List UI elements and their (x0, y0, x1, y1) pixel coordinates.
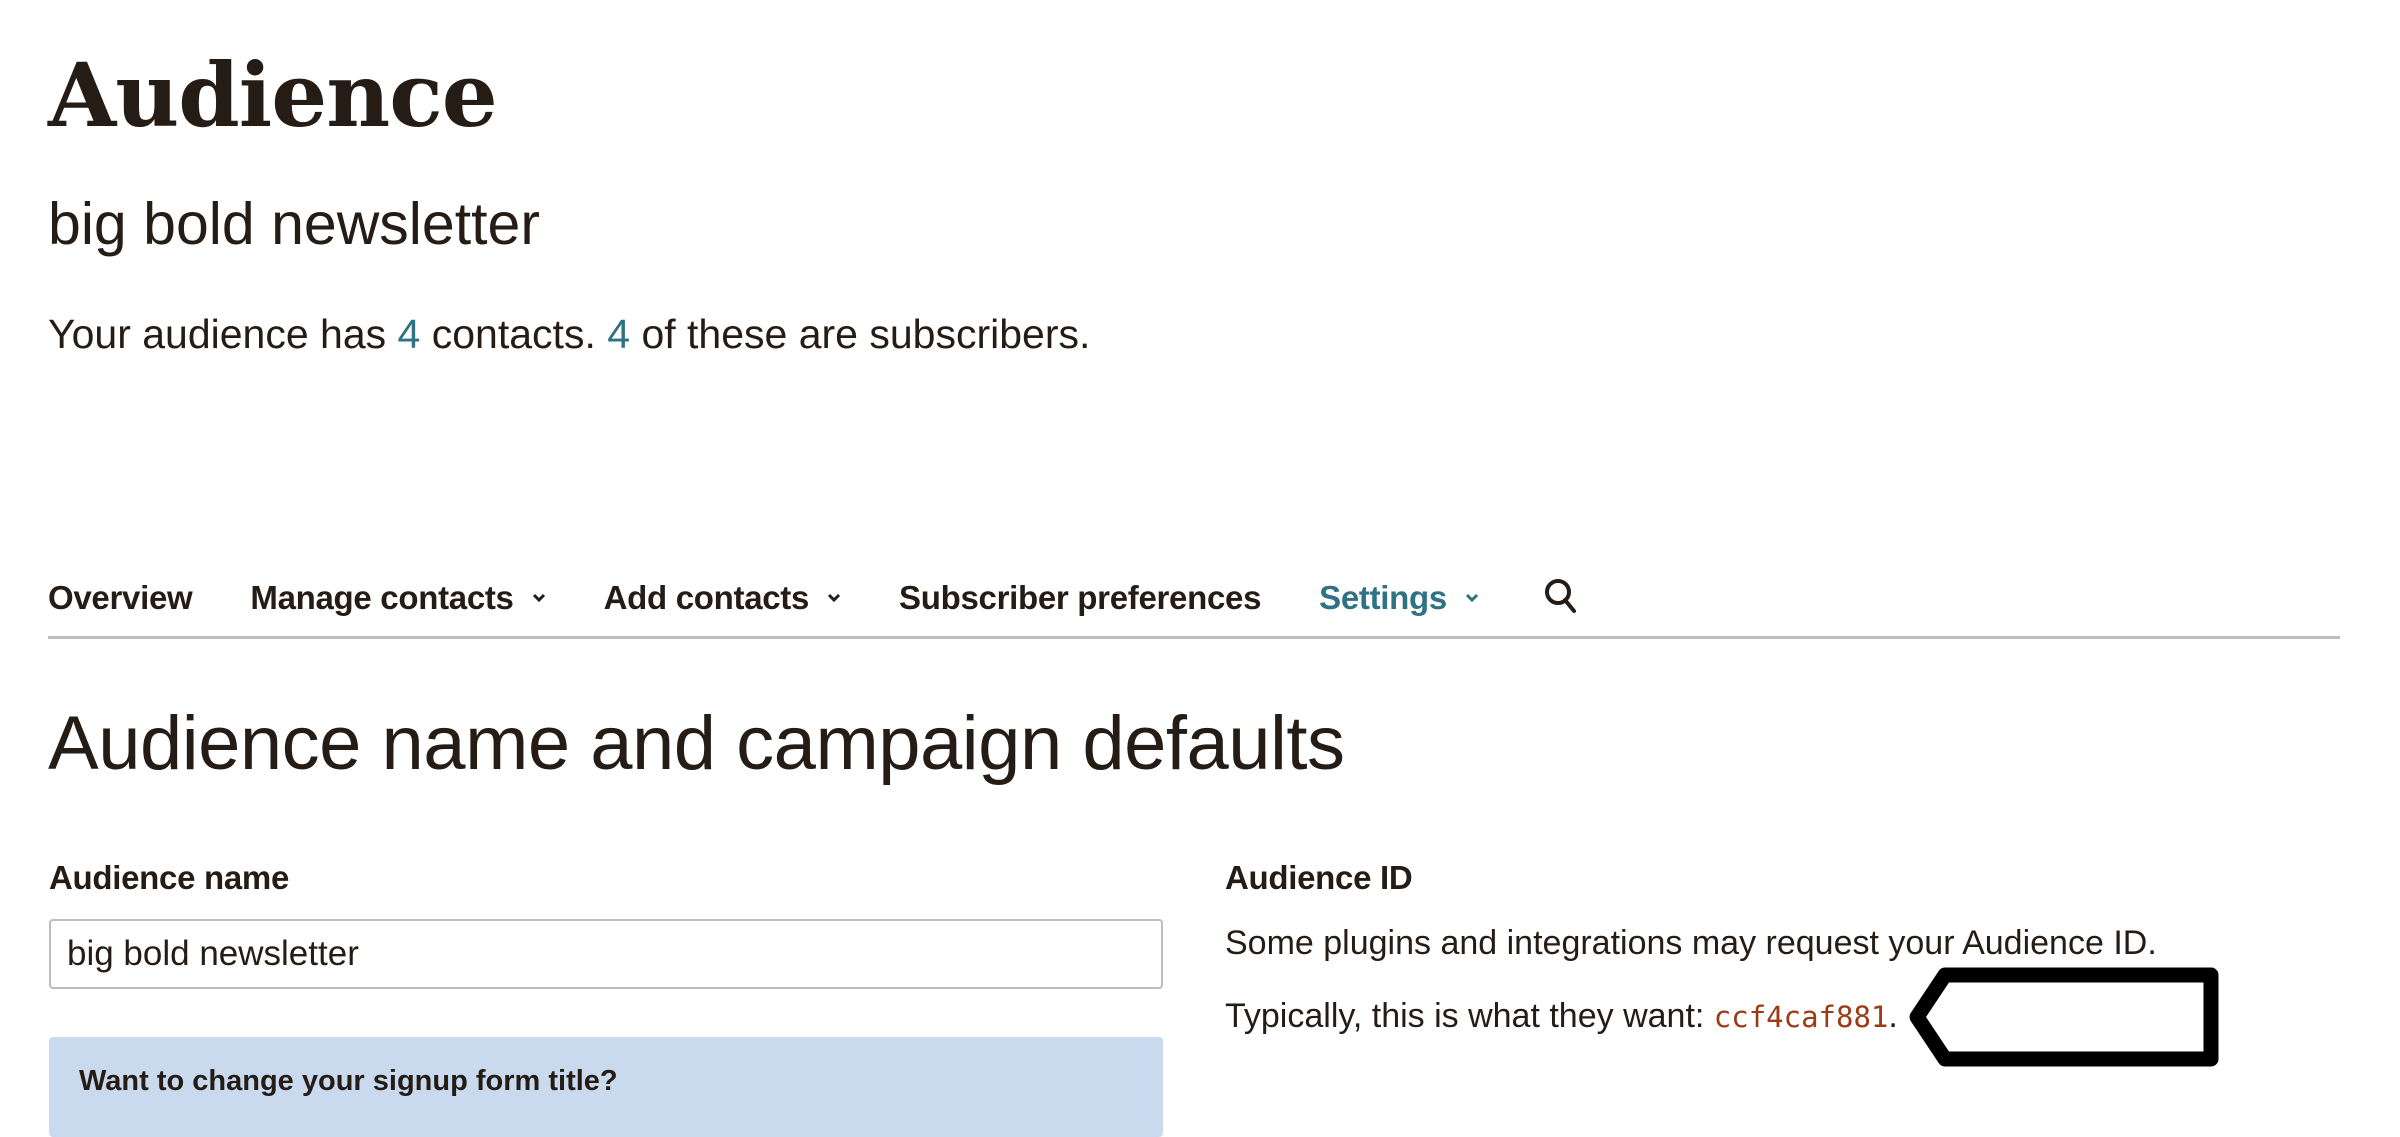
chevron-down-icon (532, 593, 546, 603)
audience-id-description: Some plugins and integrations may reques… (1225, 924, 2157, 962)
summary-suffix: of these are subscribers. (630, 311, 1091, 357)
nav-item-overview[interactable]: Overview (48, 574, 193, 622)
chevron-down-icon (1465, 593, 1479, 603)
nav-item-manage-contacts[interactable]: Manage contacts (250, 574, 545, 622)
search-button[interactable] (1543, 577, 1579, 620)
audience-summary: Your audience has 4 contacts. 4 of these… (48, 306, 1090, 362)
nav-item-add-contacts[interactable]: Add contacts (604, 574, 841, 622)
nav-item-settings[interactable]: Settings (1319, 574, 1479, 622)
nav-item-label: Manage contacts (250, 579, 514, 616)
audience-name-label: Audience name (49, 859, 290, 896)
section-heading: Audience name and campaign defaults (48, 701, 1345, 786)
chevron-down-icon (827, 593, 841, 603)
nav-item-label: Subscriber preferences (899, 579, 1262, 616)
nav-item-label: Add contacts (603, 579, 810, 616)
search-icon (1543, 577, 1579, 620)
notice-title: Want to change your signup form title? (79, 1065, 618, 1097)
audience-id-suffix: . (1888, 997, 1898, 1035)
audience-nav: Overview Manage contacts Add contacts Su… (48, 560, 2340, 639)
nav-item-label: Settings (1319, 579, 1447, 616)
signup-form-title-notice: Want to change your signup form title? (49, 1037, 1163, 1137)
summary-middle: contacts. (420, 311, 608, 357)
pointer-arrow-annotation-icon (1909, 967, 2219, 1067)
audience-id-label: Audience ID (1225, 859, 1413, 896)
nav-item-label: Overview (48, 579, 193, 616)
audience-id-value: ccf4caf881 (1713, 1000, 1889, 1034)
contacts-count-link[interactable]: 4 (398, 311, 421, 357)
nav-item-subscriber-preferences[interactable]: Subscriber preferences (899, 574, 1261, 622)
subscribers-count-link[interactable]: 4 (607, 311, 630, 357)
audience-id-prefix: Typically, this is what they want: (1225, 997, 1714, 1035)
audience-name-input[interactable] (49, 919, 1163, 989)
audience-id-line: Typically, this is what they want: ccf4c… (1225, 993, 1898, 1040)
page-title: Audience (48, 43, 498, 147)
summary-prefix: Your audience has (48, 311, 398, 357)
audience-name-heading: big bold newsletter (48, 191, 540, 257)
